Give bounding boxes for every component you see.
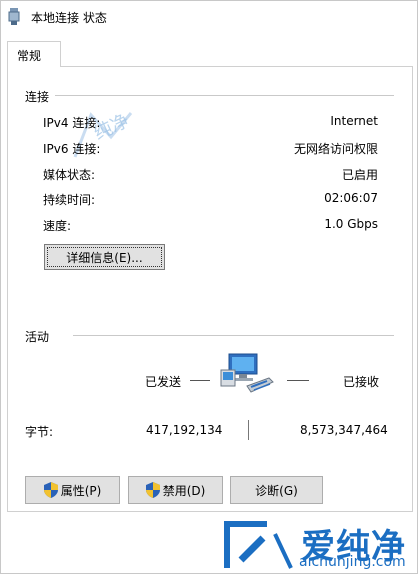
properties-button[interactable]: 属性(P) [25, 476, 120, 504]
media-state-label: 媒体状态: [43, 168, 96, 182]
title-bar: 本地连接 状态 [1, 1, 417, 32]
properties-button-label: 属性(P) [60, 483, 102, 498]
diagnose-button[interactable]: 诊断(G) [230, 476, 323, 504]
connection-group-divider [55, 95, 394, 96]
ipv4-label: IPv4 连接: [43, 116, 101, 130]
speed-label: 速度: [43, 219, 72, 233]
bytes-sent-value: 417,192,134 [146, 423, 223, 437]
received-label: 已接收 [343, 375, 380, 389]
sent-dash [190, 380, 210, 381]
activity-group-divider [73, 335, 394, 336]
details-button[interactable]: 详细信息(E)... [44, 244, 165, 270]
bytes-received-value: 8,573,347,464 [300, 423, 388, 437]
disable-button[interactable]: 禁用(D) [128, 476, 223, 504]
network-computers-icon [220, 353, 274, 393]
tab-general[interactable]: 常规 [7, 41, 61, 67]
bytes-separator [248, 420, 249, 440]
disable-button-label: 禁用(D) [162, 483, 206, 498]
brand-url: aichunjing.com [299, 554, 406, 570]
sent-label: 已发送 [145, 375, 182, 389]
duration-label: 持续时间: [43, 193, 96, 207]
received-dash [287, 380, 309, 381]
brand-logo [224, 521, 293, 569]
tab-general-label: 常规 [17, 49, 42, 63]
ipv6-value: 无网络访问权限 [293, 142, 378, 156]
general-panel [7, 66, 413, 512]
ipv4-value: Internet [330, 114, 378, 128]
bytes-label: 字节: [25, 425, 54, 439]
speed-value: 1.0 Gbps [324, 217, 378, 231]
uac-shield-icon [43, 482, 58, 498]
network-adapter-icon [8, 8, 20, 25]
connection-group-title: 连接 [25, 90, 50, 104]
status-dialog: 本地连接 状态 常规 纯净 连接 IPv4 连接: Internet IPv6 … [0, 0, 418, 574]
media-state-value: 已启用 [341, 168, 378, 182]
duration-value: 02:06:07 [324, 191, 378, 205]
window-title: 本地连接 状态 [31, 11, 107, 25]
ipv6-label: IPv6 连接: [43, 142, 101, 156]
uac-shield-icon [145, 482, 160, 498]
activity-group-title: 活动 [25, 330, 50, 344]
diagnose-button-label: 诊断(G) [255, 483, 298, 498]
